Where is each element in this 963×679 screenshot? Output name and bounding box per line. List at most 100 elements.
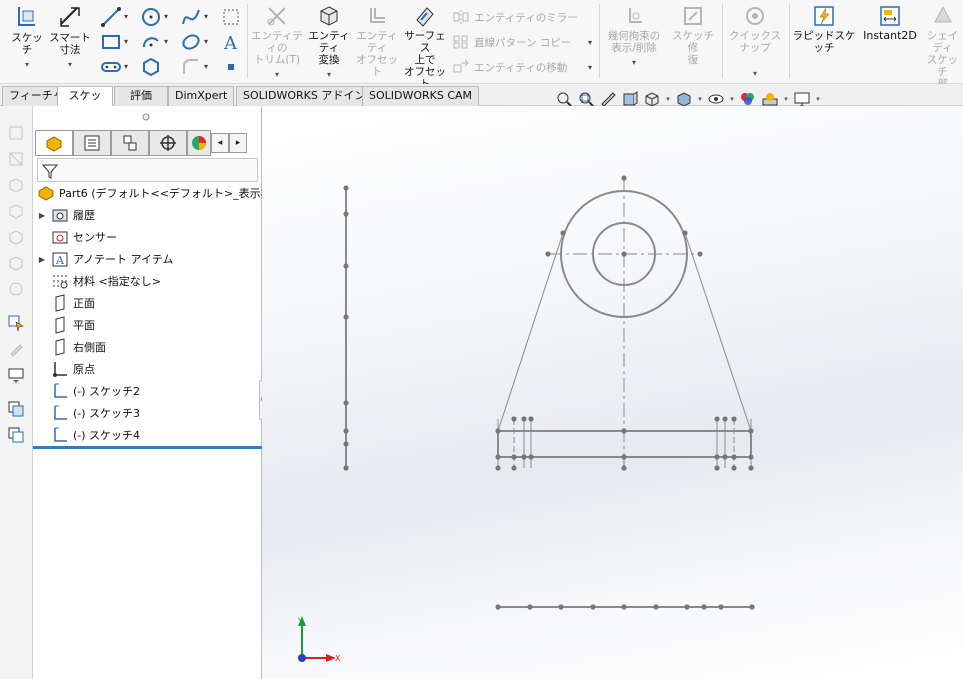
panel-grip-icon[interactable] xyxy=(141,112,151,122)
circle-icon[interactable] xyxy=(140,6,162,28)
sketch-point[interactable] xyxy=(749,604,755,610)
sketch-point[interactable] xyxy=(731,454,737,460)
sketch-point[interactable] xyxy=(343,441,349,447)
sketch-point[interactable] xyxy=(714,416,720,422)
tree-item[interactable]: 原点 xyxy=(37,359,95,379)
smart-dimension-dropdown-icon[interactable]: ▾ xyxy=(48,59,92,71)
circle-dropdown-icon[interactable]: ▾ xyxy=(164,12,168,21)
shaded-sketch-contours-button[interactable]: シェイディ スケッチ 部 xyxy=(922,4,963,90)
relations-dropdown-icon[interactable]: ▾ xyxy=(603,57,665,69)
tree-item[interactable]: 平面 xyxy=(37,315,95,335)
feature-disabled-icon[interactable] xyxy=(7,280,25,298)
polygon-icon[interactable] xyxy=(140,56,162,78)
move-entities-button[interactable]: エンティティの移動 xyxy=(452,59,567,75)
edit-tool-icon[interactable] xyxy=(7,340,25,358)
sketch-point[interactable] xyxy=(701,604,707,610)
sketch-point[interactable] xyxy=(511,454,517,460)
sketch-point[interactable] xyxy=(343,263,349,269)
sketch-point[interactable] xyxy=(722,416,728,422)
configuration-manager-tab[interactable] xyxy=(111,130,149,156)
sketch-point[interactable] xyxy=(714,465,720,471)
rectangle-dropdown-icon[interactable]: ▾ xyxy=(124,37,128,46)
mirror-entities-button[interactable]: エンティティのミラー xyxy=(452,9,578,25)
linear-pattern-button[interactable]: 直線パターン コピー xyxy=(452,34,571,50)
sketch-point[interactable] xyxy=(343,400,349,406)
trim-dropdown-icon[interactable]: ▾ xyxy=(251,69,303,81)
expand-arrow-icon[interactable]: ▶ xyxy=(37,211,47,220)
tree-item[interactable]: ▶ 履歴 xyxy=(37,205,95,225)
rollback-bar[interactable] xyxy=(33,446,262,449)
sketch-point[interactable] xyxy=(343,465,349,471)
slot-dropdown-icon[interactable]: ▾ xyxy=(124,62,128,71)
ellipse-dropdown-icon[interactable]: ▾ xyxy=(204,37,208,46)
sketch-point[interactable] xyxy=(748,454,754,460)
sketch-point[interactable] xyxy=(527,604,533,610)
sketch-point[interactable] xyxy=(731,416,737,422)
expand-arrow-icon[interactable]: ▶ xyxy=(37,255,47,264)
linear-pattern-dropdown-icon[interactable]: ▾ xyxy=(588,38,592,47)
feature-disabled-icon[interactable] xyxy=(7,124,25,142)
sketch-point[interactable] xyxy=(495,454,501,460)
view-settings-dropdown-icon[interactable]: ▾ xyxy=(814,95,822,103)
sketch-point[interactable] xyxy=(621,454,627,460)
sketch-point[interactable] xyxy=(714,454,720,460)
feature-disabled-icon[interactable] xyxy=(7,202,25,220)
tab-solidworks-cam[interactable]: SOLIDWORKS CAM xyxy=(362,86,480,106)
sketch-point[interactable] xyxy=(621,175,627,181)
feature-disabled-icon[interactable] xyxy=(7,176,25,194)
sketch-point[interactable] xyxy=(528,416,534,422)
spline-icon[interactable] xyxy=(180,6,202,28)
filter-icon[interactable] xyxy=(41,162,59,180)
rectangle-icon[interactable] xyxy=(100,31,122,53)
view-orientation-dropdown-icon[interactable]: ▾ xyxy=(664,95,672,103)
tree-item[interactable]: 右側面 xyxy=(37,337,106,357)
tree-item[interactable]: (-) スケッチ2 xyxy=(37,381,140,401)
offset-on-surface-button[interactable]: サーフェス 上で オフセット xyxy=(402,4,448,90)
sketch-point[interactable] xyxy=(682,230,688,236)
display-tool-icon[interactable] xyxy=(7,366,25,384)
tab-sketch[interactable]: スケッチ xyxy=(57,86,113,120)
sketch-point[interactable] xyxy=(521,416,527,422)
sketch-point[interactable] xyxy=(718,604,724,610)
tangent-line-right[interactable] xyxy=(684,232,752,432)
instant2d-button[interactable]: Instant2D xyxy=(860,4,920,42)
sketch-point[interactable] xyxy=(343,428,349,434)
tabs-scroll-right-icon[interactable]: ▸ xyxy=(229,133,247,153)
apply-scene-dropdown-icon[interactable]: ▾ xyxy=(782,95,790,103)
trim-entities-button[interactable]: エンティティの トリム(T) ▾ xyxy=(251,4,303,81)
select-tool-icon[interactable] xyxy=(7,314,25,332)
paste-tool-icon[interactable] xyxy=(7,426,25,444)
construction-geometry-icon[interactable] xyxy=(220,6,242,28)
tab-dimxpert[interactable]: DimXpert xyxy=(168,86,235,106)
repair-sketch-button[interactable]: スケッチ修 復 xyxy=(668,4,718,66)
tab-evaluate[interactable]: 評価 xyxy=(114,86,168,106)
text-icon[interactable]: A xyxy=(220,31,242,53)
spline-dropdown-icon[interactable]: ▾ xyxy=(204,12,208,21)
quick-snaps-dropdown-icon[interactable]: ▾ xyxy=(724,68,786,80)
sketch-point[interactable] xyxy=(521,454,527,460)
sketch-point[interactable] xyxy=(653,604,659,610)
line-dropdown-icon[interactable]: ▾ xyxy=(124,12,128,21)
ellipse-icon[interactable] xyxy=(180,31,202,53)
sketch-point[interactable] xyxy=(621,428,627,434)
sketch-point[interactable] xyxy=(495,428,501,434)
sketch-point[interactable] xyxy=(495,465,501,471)
sketch-point[interactable] xyxy=(495,604,501,610)
feature-disabled-icon[interactable] xyxy=(7,150,25,168)
copy-tool-icon[interactable] xyxy=(7,400,25,418)
sketch-point[interactable] xyxy=(558,604,564,610)
feature-manager-tab[interactable] xyxy=(35,130,73,156)
sketch-point[interactable] xyxy=(343,314,349,320)
display-delete-relations-button[interactable]: 幾何拘束の 表示/削除 ▾ xyxy=(603,4,665,69)
tree-item[interactable]: ▶ A アノテート アイテム xyxy=(37,249,173,269)
rapid-sketch-button[interactable]: ラピッドスケッチ xyxy=(791,4,857,54)
smart-dimension-button[interactable]: スマート寸法 ▾ xyxy=(48,4,92,71)
sketch-point[interactable] xyxy=(748,465,754,471)
display-manager-tab[interactable] xyxy=(187,130,211,156)
offset-entities-button[interactable]: エンティティ オフセット xyxy=(354,4,400,78)
arc-icon[interactable] xyxy=(140,31,162,53)
sketch-point[interactable] xyxy=(545,251,551,257)
tree-item[interactable]: (-) スケッチ4 xyxy=(37,425,140,445)
sketch-point[interactable] xyxy=(731,465,737,471)
sketch-point[interactable] xyxy=(560,230,566,236)
